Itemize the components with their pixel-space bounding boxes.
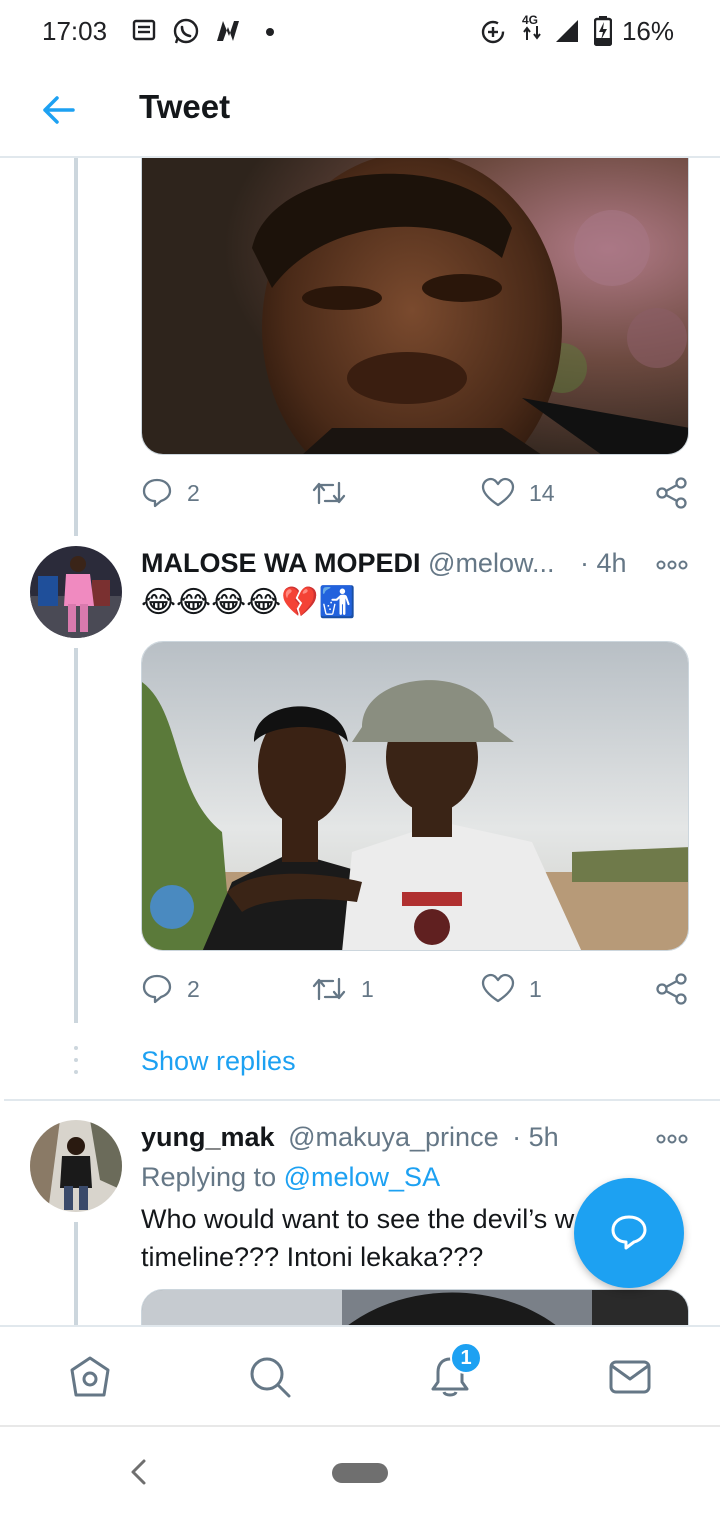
divider (4, 1099, 720, 1101)
tweet3-photo (142, 1290, 688, 1325)
reply-icon (142, 974, 172, 1004)
replying-to-label: Replying to (141, 1162, 277, 1192)
like-count: 14 (529, 479, 555, 506)
thread-connector (74, 158, 78, 536)
retweet-count: 1 (361, 975, 374, 1002)
share-button[interactable] (655, 969, 689, 1009)
crying-man-meme-image (142, 158, 688, 454)
avatar[interactable] (30, 1120, 122, 1212)
reply-count: 2 (187, 975, 200, 1002)
share-icon (656, 477, 687, 509)
tweet-time: · 4h (580, 548, 627, 578)
back-arrow-icon (43, 96, 75, 124)
retweet-icon (312, 977, 346, 1001)
whatsapp-icon (173, 18, 199, 44)
tweet-media-image[interactable] (141, 158, 689, 455)
thread-ellipsis (74, 1046, 78, 1082)
nav-home[interactable] (66, 1353, 114, 1401)
network-type: 4G (522, 14, 546, 44)
display-name[interactable]: yung_mak (141, 1122, 275, 1152)
data-saver-icon (481, 20, 505, 44)
tweet-media-image[interactable] (141, 1289, 689, 1325)
avatar-image (30, 546, 122, 638)
reply-icon (142, 478, 172, 508)
tweet-media-image[interactable] (141, 641, 689, 951)
tweet-header: yung_mak @makuya_prince · 5h (141, 1122, 559, 1153)
heart-icon (481, 973, 515, 1003)
page-title: Tweet (139, 88, 231, 125)
user-handle[interactable]: @makuya_prince (288, 1122, 499, 1152)
dot-icon (266, 28, 274, 36)
compose-reply-button[interactable] (574, 1178, 684, 1288)
battery-charging-icon (594, 16, 612, 46)
user-handle[interactable]: @melow... (428, 548, 554, 578)
n-app-icon (217, 21, 239, 41)
system-home-pill[interactable] (332, 1463, 388, 1483)
system-back-icon[interactable] (126, 1457, 150, 1487)
reply-count: 2 (187, 479, 200, 506)
like-button[interactable]: 1 (481, 969, 542, 1009)
tweet-header: MALOSE WA MOPEDI @melow... · 4h (141, 548, 627, 579)
tweet-emoji-text: 😂😂😂😂💔🚮 (141, 586, 356, 619)
heart-icon (481, 477, 515, 507)
tweet-actions: 2 14 (141, 473, 693, 513)
back-button[interactable] (30, 82, 86, 138)
share-icon (656, 973, 687, 1005)
nav-search[interactable] (246, 1353, 294, 1401)
bottom-navigation: 1 (0, 1325, 720, 1425)
replying-to: Replying to @melow_SA (141, 1162, 440, 1193)
reply-bubble-icon (611, 1215, 647, 1250)
thread-connector (74, 1222, 78, 1325)
more-options-icon[interactable] (656, 558, 688, 572)
search-icon (250, 1357, 291, 1398)
retweet-button[interactable]: 1 (311, 969, 374, 1009)
tweet-time: · 5h (512, 1122, 559, 1152)
like-count: 1 (529, 975, 542, 1002)
status-time: 17:03 (42, 16, 108, 46)
tweet-thread[interactable]: 2 14 MALOSE WA MOPEDI @melow... · 4h 😂😂😂… (0, 158, 720, 1325)
two-young-men-photo (142, 642, 688, 950)
retweet-button[interactable] (311, 473, 361, 513)
notification-badge: 1 (450, 1342, 482, 1374)
avatar-image (30, 1120, 122, 1212)
system-navigation-bar (0, 1425, 720, 1520)
replying-to-handle[interactable]: @melow_SA (284, 1162, 440, 1192)
retweet-icon (312, 481, 346, 505)
more-options-icon[interactable] (656, 1132, 688, 1146)
status-bar: 17:03 4G 16% (0, 0, 720, 64)
tweet-actions: 2 1 1 (141, 969, 693, 1009)
messages-icon (609, 1360, 651, 1394)
share-button[interactable] (655, 473, 689, 513)
reply-button[interactable]: 2 (141, 969, 200, 1009)
reply-button[interactable]: 2 (141, 473, 200, 513)
app-bar: Tweet (0, 64, 720, 158)
avatar[interactable] (30, 546, 122, 638)
battery-percent: 16% (621, 16, 674, 46)
show-replies-link[interactable]: Show replies (141, 1046, 296, 1077)
nav-messages[interactable] (606, 1353, 654, 1401)
like-button[interactable]: 14 (481, 473, 555, 513)
news-icon (132, 19, 156, 41)
thread-connector (74, 648, 78, 1023)
home-icon (70, 1356, 110, 1397)
signal-icon (556, 20, 578, 42)
display-name[interactable]: MALOSE WA MOPEDI (141, 548, 421, 578)
